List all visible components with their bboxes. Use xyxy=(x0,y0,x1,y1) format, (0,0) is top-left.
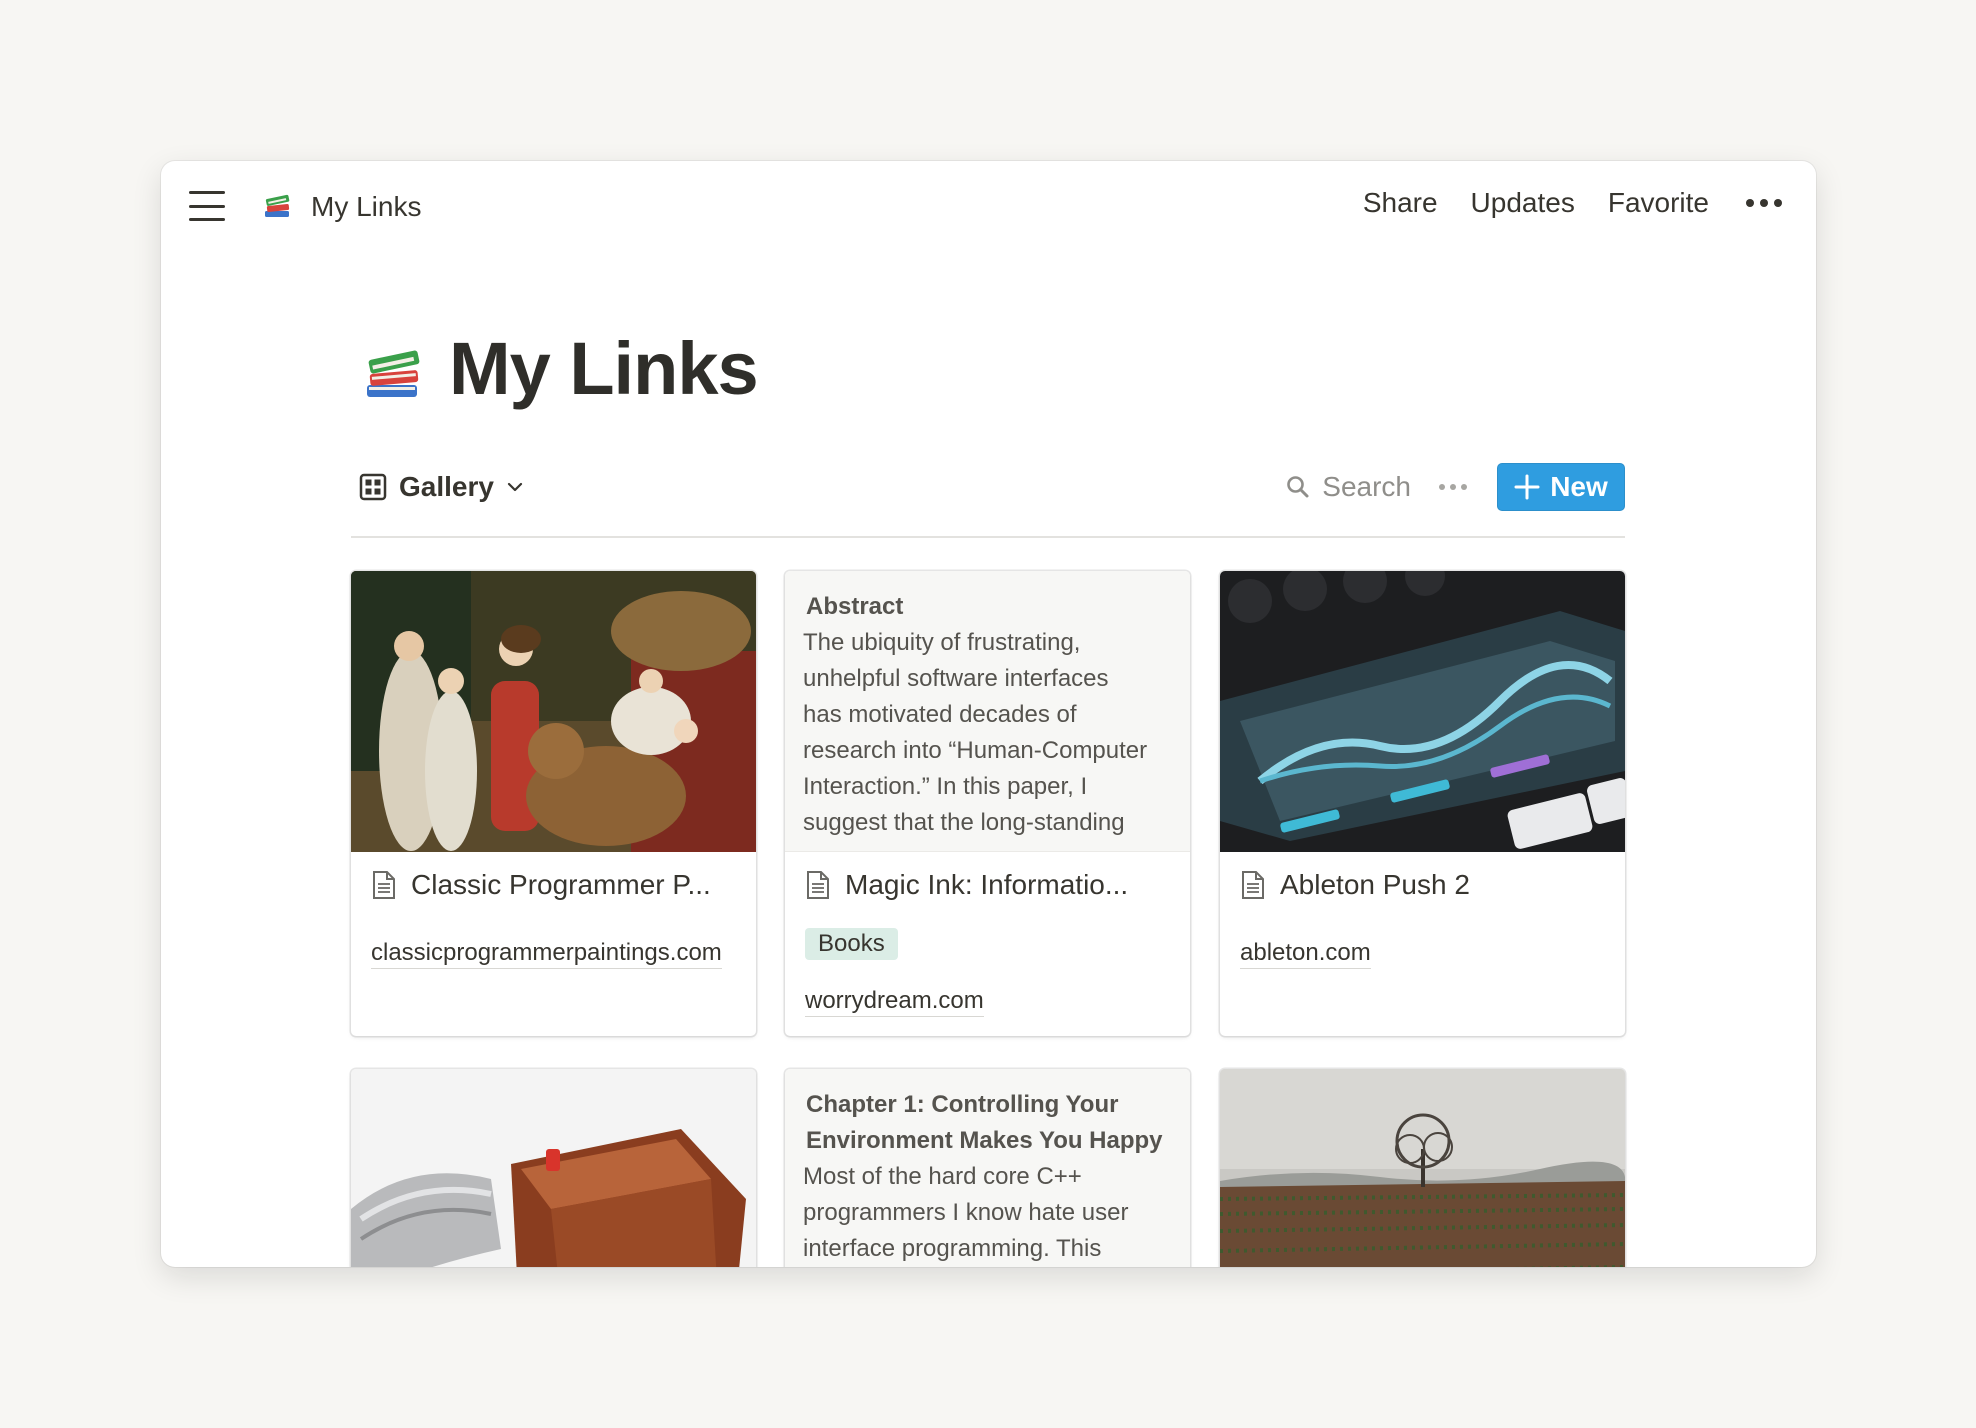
page-icon xyxy=(373,871,395,899)
topbar: My Links Share Updates Favorite xyxy=(161,161,1816,251)
menu-line xyxy=(189,218,225,221)
preview-line: Most of the hard core C++ xyxy=(803,1163,1082,1190)
share-button[interactable]: Share xyxy=(1363,187,1438,219)
card-preview: Chapter 1: Controlling Your Environment … xyxy=(785,1069,1190,1267)
plus-icon xyxy=(1514,474,1540,500)
page-icon xyxy=(807,871,829,899)
painting-image xyxy=(351,571,756,852)
gallery-card[interactable] xyxy=(351,1069,756,1267)
gallery-card[interactable]: Ableton Push 2 ableton.com xyxy=(1220,571,1625,1036)
preview-heading: Environment Makes You Happy xyxy=(806,1127,1163,1154)
breadcrumb-title[interactable]: My Links xyxy=(311,191,421,223)
preview-line: programmers I know hate user xyxy=(803,1199,1129,1226)
tag-badge: Books xyxy=(805,928,898,960)
topbar-actions: Share Updates Favorite xyxy=(1363,187,1786,219)
gallery-card[interactable]: Chapter 1: Controlling Your Environment … xyxy=(785,1069,1190,1267)
card-title: Magic Ink: Informatio... xyxy=(845,869,1129,900)
card-title: Classic Programmer P... xyxy=(411,869,711,900)
card-link[interactable]: worrydream.com xyxy=(805,987,984,1017)
page-icon xyxy=(1242,871,1264,899)
new-button[interactable]: New xyxy=(1497,463,1625,511)
preview-line: Interaction.” In this paper, I xyxy=(803,773,1088,800)
new-label: New xyxy=(1550,471,1608,502)
landscape-image xyxy=(1220,1069,1625,1267)
preview-line: suggest that the long-standing xyxy=(803,809,1125,836)
preview-line: has motivated decades of xyxy=(803,701,1077,728)
books-icon xyxy=(367,350,420,397)
card-title-row: Ableton Push 2 xyxy=(1240,869,1610,901)
card-title: Ableton Push 2 xyxy=(1280,869,1470,900)
card-title-row: Classic Programmer P... xyxy=(371,869,741,901)
page-title[interactable]: My Links xyxy=(449,326,759,411)
more-options-icon[interactable] xyxy=(1742,199,1786,207)
card-link[interactable]: classicprogrammerpaintings.com xyxy=(371,939,722,969)
preview-line: research into “Human-Computer xyxy=(803,737,1148,764)
gallery-card[interactable]: Abstract The ubiquity of frustrating, un… xyxy=(785,571,1190,1036)
sidebar-toggle-button[interactable] xyxy=(189,191,225,221)
gallery-card[interactable] xyxy=(1220,1069,1625,1267)
preview-heading: Chapter 1: Controlling Your xyxy=(806,1091,1119,1118)
gallery-icon xyxy=(359,473,387,501)
view-name: Gallery xyxy=(399,471,494,502)
search-icon xyxy=(1287,476,1309,498)
toolbar-divider xyxy=(351,536,1625,538)
card-preview: Abstract The ubiquity of frustrating, un… xyxy=(785,571,1190,852)
preview-line: unhelpful software interfaces xyxy=(803,665,1109,692)
preview-heading: Abstract xyxy=(806,593,904,620)
view-tools: Search New xyxy=(1286,463,1625,511)
device-screen-image xyxy=(1220,571,1625,852)
menu-line xyxy=(189,191,225,194)
menu-line xyxy=(189,204,225,208)
card-title-row: Magic Ink: Informatio... xyxy=(805,869,1175,901)
books-icon xyxy=(265,194,290,217)
gallery-card[interactable]: Classic Programmer P... classicprogramme… xyxy=(351,571,756,1036)
search-button[interactable]: Search xyxy=(1286,471,1411,503)
updates-button[interactable]: Updates xyxy=(1471,187,1575,219)
view-switcher[interactable]: Gallery xyxy=(359,471,524,503)
preview-line: interface programming. This xyxy=(803,1235,1102,1262)
app-window: My Links Share Updates Favorite My Links… xyxy=(161,161,1816,1267)
view-options-icon[interactable] xyxy=(1439,484,1467,490)
chevron-down-icon xyxy=(507,482,523,492)
preview-line: The ubiquity of frustrating, xyxy=(803,629,1081,656)
card-link[interactable]: ableton.com xyxy=(1240,939,1371,969)
mouse-image xyxy=(351,1069,756,1267)
favorite-button[interactable]: Favorite xyxy=(1608,187,1709,219)
search-label: Search xyxy=(1322,471,1411,502)
